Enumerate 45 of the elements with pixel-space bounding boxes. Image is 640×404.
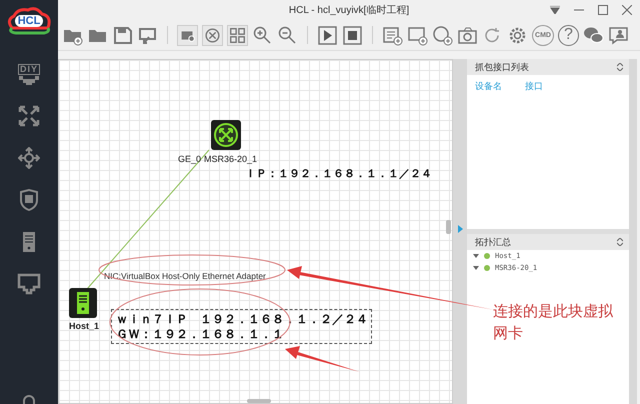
chat-bubbles-icon[interactable]: [583, 24, 604, 46]
arrows-out-icon[interactable]: [18, 105, 40, 127]
caret-icon[interactable]: [473, 254, 479, 258]
server-icon[interactable]: [22, 231, 36, 253]
column-header[interactable]: 设备名: [475, 80, 525, 93]
rectangle-plus-icon[interactable]: [407, 24, 428, 46]
dropdown-icon[interactable]: [550, 6, 560, 14]
port-label: GE_0: [178, 154, 202, 164]
window-title: HCL - hcl_vuyivk[临时工程]: [288, 4, 410, 17]
play-icon[interactable]: [317, 24, 338, 46]
scrollbar-thumb[interactable]: [446, 220, 451, 234]
person-screen-icon[interactable]: [608, 24, 629, 46]
device-label: Host_1: [69, 321, 100, 331]
annotation-text: 连接的是此块虚拟网卡: [493, 301, 614, 344]
column-header[interactable]: 接口: [525, 80, 575, 93]
device-label: MSR36-20_1: [204, 154, 258, 164]
shield-icon[interactable]: [19, 189, 39, 211]
caret-icon[interactable]: [473, 266, 479, 270]
computer-tower-icon[interactable]: [69, 288, 97, 318]
logo-text: HCL: [14, 15, 44, 27]
panel-title: 拓扑汇总: [475, 236, 511, 248]
zoom-out-icon[interactable]: [277, 24, 298, 46]
circle-arrows-icon[interactable]: [202, 24, 223, 46]
stop-icon[interactable]: [342, 24, 363, 46]
camera-icon[interactable]: [457, 24, 478, 46]
scrollbar-thumb[interactable]: [247, 399, 271, 403]
ethernet-port-icon[interactable]: [17, 273, 41, 295]
router-icon[interactable]: [211, 120, 241, 150]
status-dot-icon: [484, 253, 490, 259]
nic-label: NIC:VirtualBox Host-Only Ethernet Adapter: [104, 271, 266, 281]
device-icon[interactable]: [177, 24, 198, 46]
collapse-icon[interactable]: [617, 238, 623, 246]
close-icon[interactable]: [622, 5, 632, 15]
list-plus-icon[interactable]: [382, 24, 403, 46]
collapse-icon[interactable]: [617, 63, 623, 71]
ip-note: ＩＰ：１９２．１６８．１．１／２４: [245, 167, 432, 181]
circle-plus-icon[interactable]: [432, 24, 453, 46]
four-arrows-icon[interactable]: [18, 147, 40, 169]
lightbulb-icon[interactable]: [22, 394, 36, 404]
zoom-in-icon[interactable]: [252, 24, 273, 46]
help-button[interactable]: ?: [558, 24, 579, 46]
maximize-icon[interactable]: [598, 5, 608, 15]
panel-title: 抓包接口列表: [475, 60, 529, 74]
grid-icon[interactable]: [227, 24, 248, 46]
status-dot-icon: [484, 265, 490, 271]
